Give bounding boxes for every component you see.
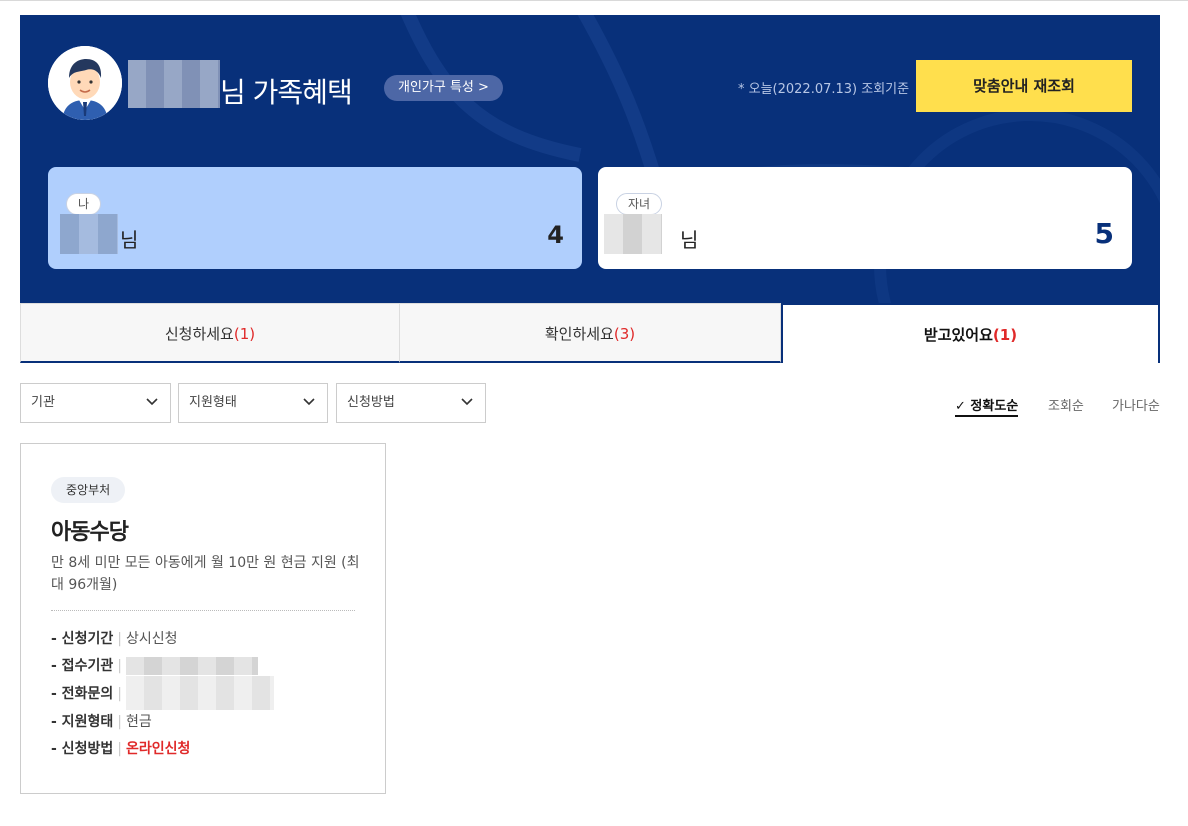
sort-accuracy[interactable]: ✓ 정확도순 [955,395,1019,417]
info-key: - 지원형태 [51,714,114,730]
benefit-card[interactable]: 중앙부처 아동수당 만 8세 미만 모든 아동에게 월 10만 원 현금 지원 … [20,443,386,794]
tab-label: 확인하세요 [544,325,614,343]
member-tag: 나 [66,193,102,215]
member-card-self[interactable]: 나 님 4 [48,167,582,269]
tab-label: 신청하세요 [164,325,234,343]
chevron-down-icon [146,398,158,406]
requery-button[interactable]: 맞춤안내 재조회 [916,60,1132,112]
member-name-masked [60,214,118,254]
tab-apply[interactable]: 신청하세요(1) [20,303,400,363]
member-name-suffix: 님 [680,228,699,252]
tab-count: (1) [233,325,256,343]
apply-method-filter-select[interactable]: 신청방법 [336,383,486,423]
query-date-label: * 오늘(2022.07.13) 조회기준 [738,82,910,97]
info-key: - 신청기간 [51,631,114,647]
info-value: 상시신청 [125,631,178,647]
member-tag: 자녀 [616,193,663,215]
family-benefit-header: 님 가족혜택 개인가구 특성 > * 오늘(2022.07.13) 조회기준 맞… [20,15,1160,303]
info-key: - 접수기관 [51,658,114,674]
tab-check[interactable]: 확인하세요(3) [400,303,781,363]
tab-count: (3) [613,325,636,343]
info-value-masked [125,676,274,710]
benefit-title: 아동수당 [51,520,129,545]
info-key: - 전화문의 [51,686,114,702]
benefit-description: 만 8세 미만 모든 아동에게 월 10만 원 현금 지원 (최대 96개월) [51,555,360,593]
sort-views[interactable]: 조회순 [1048,395,1084,414]
info-row-apply-period: - 신청기간 | 상시신청 [51,631,178,647]
member-name-suffix: 님 [120,228,139,252]
member-benefit-count: 4 [547,221,564,249]
select-value: 기관 [31,395,55,410]
member-card-child[interactable]: 자녀 님 5 [598,167,1132,269]
member-name-masked [604,214,662,254]
user-avatar [48,46,122,120]
agency-filter-select[interactable]: 기관 [20,383,171,423]
page-title: 님 가족혜택 [220,76,353,109]
user-name-masked [128,60,220,108]
select-value: 신청방법 [347,395,395,410]
info-value[interactable]: 온라인신청 [126,741,190,757]
info-row-phone-inquiry: - 전화문의 | [51,676,274,710]
benefit-status-tabs: 신청하세요(1) 확인하세요(3) 받고있어요(1) [20,303,1160,363]
agency-badge: 중앙부처 [51,477,126,503]
tab-count: (1) [992,326,1018,344]
top-divider [0,0,1188,1]
chevron-down-icon [461,398,473,406]
select-value: 지원형태 [189,395,237,410]
chevron-down-icon [303,398,315,406]
card-divider [51,610,355,611]
support-type-filter-select[interactable]: 지원형태 [178,383,328,423]
info-row-apply-method: - 신청방법 | 온라인신청 [51,741,191,757]
info-row-support-type: - 지원형태 | 현금 [51,714,152,730]
info-key: - 신청방법 [51,741,114,757]
tab-receiving[interactable]: 받고있어요(1) [781,303,1160,363]
sort-alphabetical[interactable]: 가나다순 [1112,395,1160,414]
person-icon [48,46,122,120]
household-trait-button[interactable]: 개인가구 특성 > [384,75,503,101]
tab-label: 받고있어요 [923,326,993,344]
info-row-receiving-agency: - 접수기관 | [51,656,258,676]
info-value-masked [125,657,258,675]
member-benefit-count: 5 [1094,217,1114,250]
info-value: 현금 [125,714,152,730]
